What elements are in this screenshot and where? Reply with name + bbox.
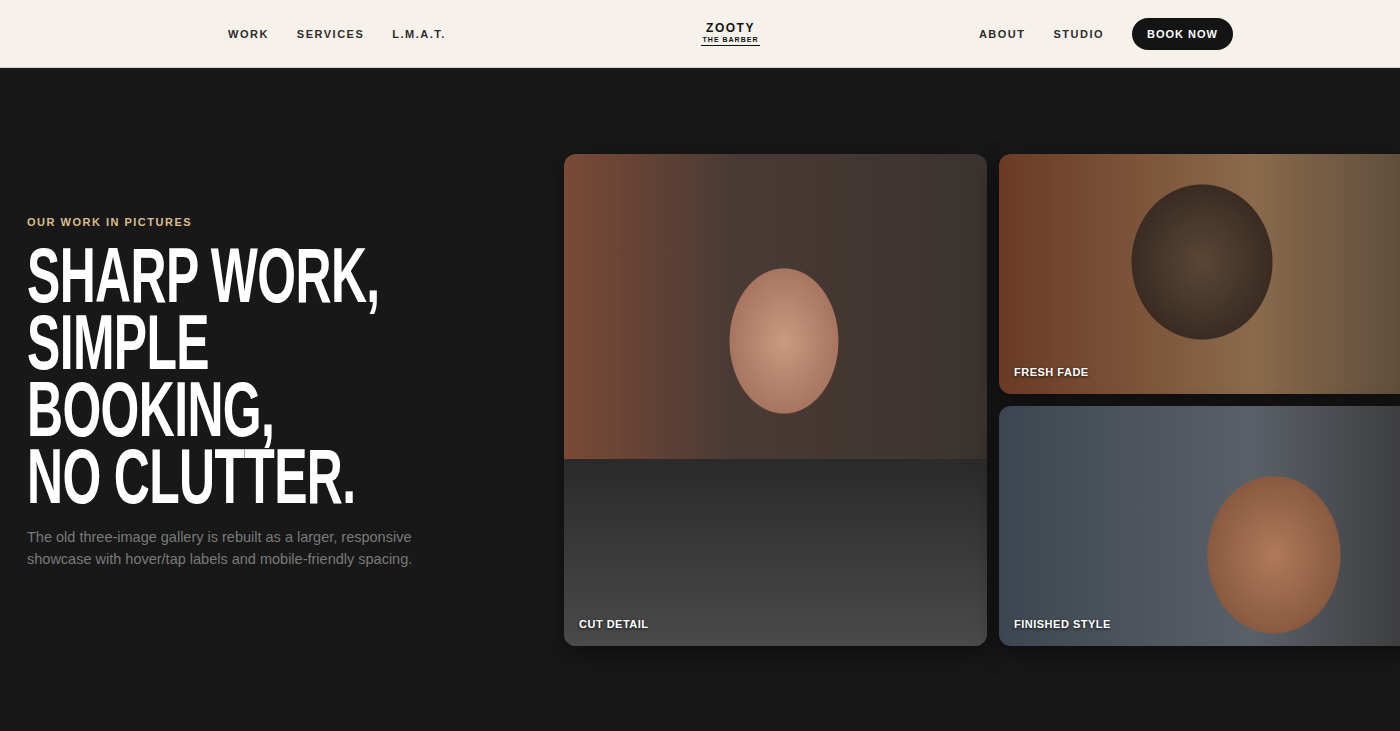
headline-line: SHARP WORK, <box>27 242 371 309</box>
gallery-card[interactable]: FINISHED STYLE <box>999 406 1400 646</box>
hero-copy: OUR WORK IN PICTURES SHARP WORK,SIMPLEBO… <box>27 216 564 584</box>
headline-line: SIMPLE <box>27 309 371 376</box>
photo <box>999 406 1400 646</box>
nav-link[interactable]: WORK <box>228 28 269 40</box>
nav-link[interactable]: ABOUT <box>979 28 1026 40</box>
gallery-card[interactable]: FRESH FADE <box>999 154 1400 394</box>
nav-link[interactable]: SERVICES <box>297 28 364 40</box>
eyebrow: OUR WORK IN PICTURES <box>27 216 564 228</box>
photo <box>999 154 1400 394</box>
gallery-card[interactable]: CUT DETAIL <box>564 154 987 646</box>
nav-link[interactable]: L.M.A.T. <box>392 28 446 40</box>
card-label: CUT DETAIL <box>579 618 649 630</box>
card-label: FRESH FADE <box>1014 366 1089 378</box>
right-nav: ABOUT STUDIO BOOK NOW <box>760 18 1233 50</box>
headline: SHARP WORK,SIMPLEBOOKING,NO CLUTTER. <box>27 242 564 510</box>
headline-line: NO CLUTTER. <box>27 443 371 510</box>
logo-name: ZOOTY <box>706 22 755 35</box>
top-nav: WORK SERVICES L.M.A.T. ZOOTY THE BARBER AB… <box>0 0 1400 68</box>
card-label: FINISHED STYLE <box>1014 618 1111 630</box>
book-now-button[interactable]: BOOK NOW <box>1132 18 1233 50</box>
headline-line: BOOKING, <box>27 376 371 443</box>
photo <box>564 154 987 646</box>
left-nav: WORK SERVICES L.M.A.T. <box>228 28 701 40</box>
page: WORK SERVICES L.M.A.T. ZOOTY THE BARBER AB… <box>0 0 1400 731</box>
description: The old three-image gallery is rebuilt a… <box>27 526 437 570</box>
nav-link[interactable]: STUDIO <box>1053 28 1104 40</box>
logo[interactable]: ZOOTY THE BARBER <box>701 22 761 46</box>
hero: OUR WORK IN PICTURES SHARP WORK,SIMPLEBO… <box>0 68 1400 731</box>
gallery: CUT DETAIL FRESH FADE FINISHED STYLE <box>564 154 1400 646</box>
logo-tagline: THE BARBER <box>701 35 761 46</box>
